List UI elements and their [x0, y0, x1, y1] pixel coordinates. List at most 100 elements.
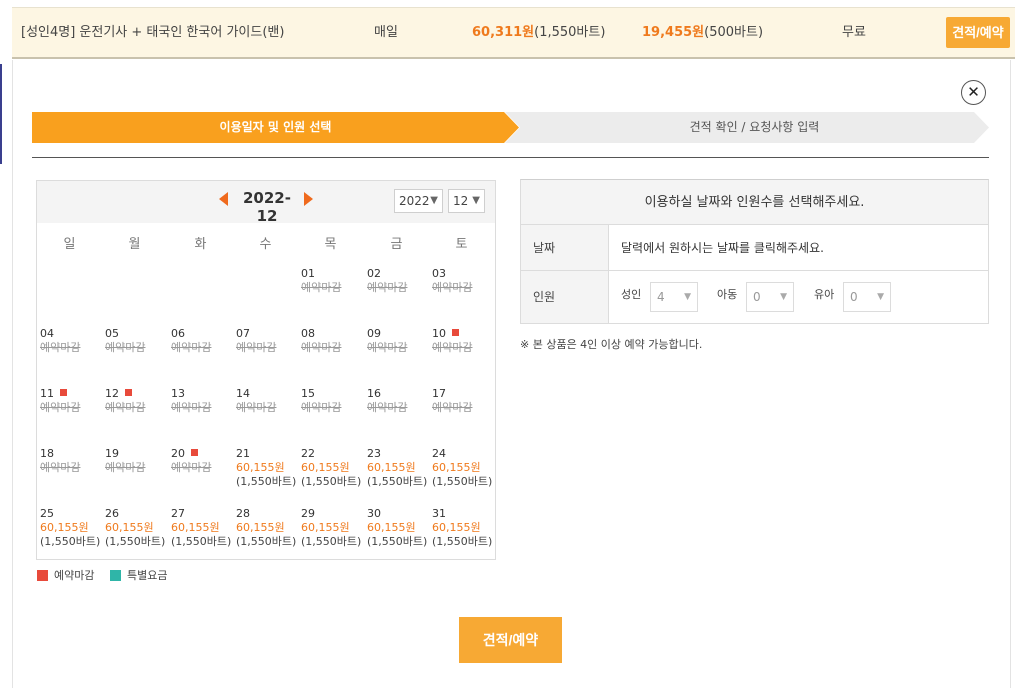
- day-closed-text: 예약마감: [236, 401, 277, 414]
- month-select[interactable]: 12 ▼: [448, 189, 485, 213]
- calendar-day[interactable]: 27 60,155원 (1,550바트): [168, 507, 233, 567]
- calendar-day[interactable]: 28 60,155원 (1,550바트): [233, 507, 298, 567]
- day-number: 24: [432, 447, 446, 460]
- day-price-baht: (1,550바트): [40, 535, 101, 548]
- day-price: 60,155원: [367, 461, 416, 474]
- day-closed-text: 예약마감: [105, 461, 146, 474]
- legend-special: 특별요금: [110, 569, 167, 583]
- day-price: 60,155원: [432, 461, 481, 474]
- day-closed-text: 예약마감: [432, 281, 473, 294]
- day-number: 09: [367, 327, 381, 340]
- day-price-baht: (1,550바트): [171, 535, 232, 548]
- day-number: 26: [105, 507, 119, 520]
- weekday-label: 일: [63, 237, 76, 252]
- day-number: 27: [171, 507, 185, 520]
- day-price: 60,155원: [40, 521, 89, 534]
- next-month-icon[interactable]: [304, 192, 313, 206]
- day-closed-text: 예약마감: [105, 341, 146, 354]
- close-icon[interactable]: ✕: [961, 80, 986, 105]
- calendar-day[interactable]: 26 60,155원 (1,550바트): [102, 507, 167, 567]
- calendar-day: 03 예약마감: [429, 267, 494, 327]
- closed-marker: [125, 389, 132, 396]
- child-price-cell: 19,455원(500바트): [642, 8, 763, 58]
- calendar-day: 11 예약마감: [37, 387, 102, 447]
- day-number: 06: [171, 327, 185, 340]
- day-closed-text: 예약마감: [105, 401, 146, 414]
- weekday-label: 목: [324, 237, 337, 252]
- day-closed-text: 예약마감: [171, 341, 212, 354]
- day-closed-text: 예약마감: [40, 341, 81, 354]
- calendar-day[interactable]: 24 60,155원 (1,550바트): [429, 447, 494, 507]
- adult-price: 60,311원: [472, 25, 535, 40]
- row-book-button[interactable]: 견적/예약: [946, 17, 1010, 48]
- adult-price-baht: (1,550바트): [534, 25, 606, 40]
- day-number: 30: [367, 507, 381, 520]
- day-number: 20: [171, 447, 185, 460]
- day-price-baht: (1,550바트): [236, 535, 297, 548]
- day-closed-text: 예약마감: [301, 401, 342, 414]
- step-confirm-quote: 견적 확인 / 요청사항 입력: [505, 112, 989, 143]
- quote-book-button[interactable]: 견적/예약: [459, 617, 562, 663]
- calendar-day[interactable]: 25 60,155원 (1,550바트): [37, 507, 102, 567]
- day-closed-text: 예약마감: [301, 281, 342, 294]
- day-price: 60,155원: [105, 521, 154, 534]
- left-edge-bar: [0, 64, 2, 164]
- day-price: 60,155원: [432, 521, 481, 534]
- legend-special-swatch: [110, 570, 121, 581]
- legend-closed-label: 예약마감: [54, 569, 95, 582]
- day-number: 05: [105, 327, 119, 340]
- weekday-label: 화: [194, 237, 207, 252]
- adult-count-select[interactable]: 4 ▼: [650, 282, 698, 312]
- infant-label: 유아: [814, 288, 835, 301]
- day-number: 19: [105, 447, 119, 460]
- calendar-day: 15 예약마감: [298, 387, 363, 447]
- day-number: 28: [236, 507, 250, 520]
- calendar-day[interactable]: 30 60,155원 (1,550바트): [364, 507, 429, 567]
- calendar-title: 2022-12: [243, 189, 291, 225]
- day-number: 25: [40, 507, 54, 520]
- day-number: 23: [367, 447, 381, 460]
- day-closed-text: 예약마감: [367, 341, 408, 354]
- day-number: 13: [171, 387, 185, 400]
- prev-month-icon[interactable]: [219, 192, 228, 206]
- day-number: 18: [40, 447, 54, 460]
- date-row: 날짜 달력에서 원하시는 날짜를 클릭해주세요.: [521, 225, 988, 271]
- closed-marker: [191, 449, 198, 456]
- day-price-baht: (1,550바트): [301, 535, 362, 548]
- calendar-day[interactable]: 31 60,155원 (1,550바트): [429, 507, 494, 567]
- closed-marker: [60, 389, 67, 396]
- infant-count-select[interactable]: 0 ▼: [843, 282, 891, 312]
- day-closed-text: 예약마감: [171, 401, 212, 414]
- calendar-day: 04 예약마감: [37, 327, 102, 387]
- calendar-day[interactable]: 21 60,155원 (1,550바트): [233, 447, 298, 507]
- day-closed-text: 예약마감: [432, 401, 473, 414]
- product-fee: 무료: [842, 25, 866, 40]
- day-price-baht: (1,550바트): [367, 475, 428, 488]
- day-number: 16: [367, 387, 381, 400]
- calendar-day: 13 예약마감: [168, 387, 233, 447]
- calendar-day: 06 예약마감: [168, 327, 233, 387]
- calendar: 2022-12 2022 ▼ 12 ▼ 일월화수목금토 01 예약마감 02 예약마감 03…: [36, 180, 496, 560]
- calendar-day[interactable]: 29 60,155원 (1,550바트): [298, 507, 363, 567]
- day-closed-text: 예약마감: [40, 461, 81, 474]
- day-closed-text: 예약마감: [40, 401, 81, 414]
- date-instruction: 달력에서 원하시는 날짜를 클릭해주세요.: [621, 241, 824, 255]
- day-price: 60,155원: [301, 521, 350, 534]
- day-number: 02: [367, 267, 381, 280]
- calendar-day[interactable]: 22 60,155원 (1,550바트): [298, 447, 363, 507]
- day-number: 15: [301, 387, 315, 400]
- calendar-day: 14 예약마감: [233, 387, 298, 447]
- day-number: 21: [236, 447, 250, 460]
- calendar-day[interactable]: 23 60,155원 (1,550바트): [364, 447, 429, 507]
- product-frequency: 매일: [374, 25, 398, 40]
- info-header: 이용하실 날짜와 인원수를 선택해주세요.: [521, 180, 988, 225]
- day-price: 60,155원: [236, 521, 285, 534]
- calendar-day: 08 예약마감: [298, 327, 363, 387]
- adult-label: 성인: [621, 288, 642, 301]
- child-count-select[interactable]: 0 ▼: [746, 282, 794, 312]
- child-price-baht: (500바트): [704, 25, 764, 40]
- day-closed-text: 예약마감: [367, 281, 408, 294]
- year-select[interactable]: 2022 ▼: [394, 189, 443, 213]
- year-value: 2022: [399, 194, 430, 208]
- day-price-baht: (1,550바트): [432, 475, 493, 488]
